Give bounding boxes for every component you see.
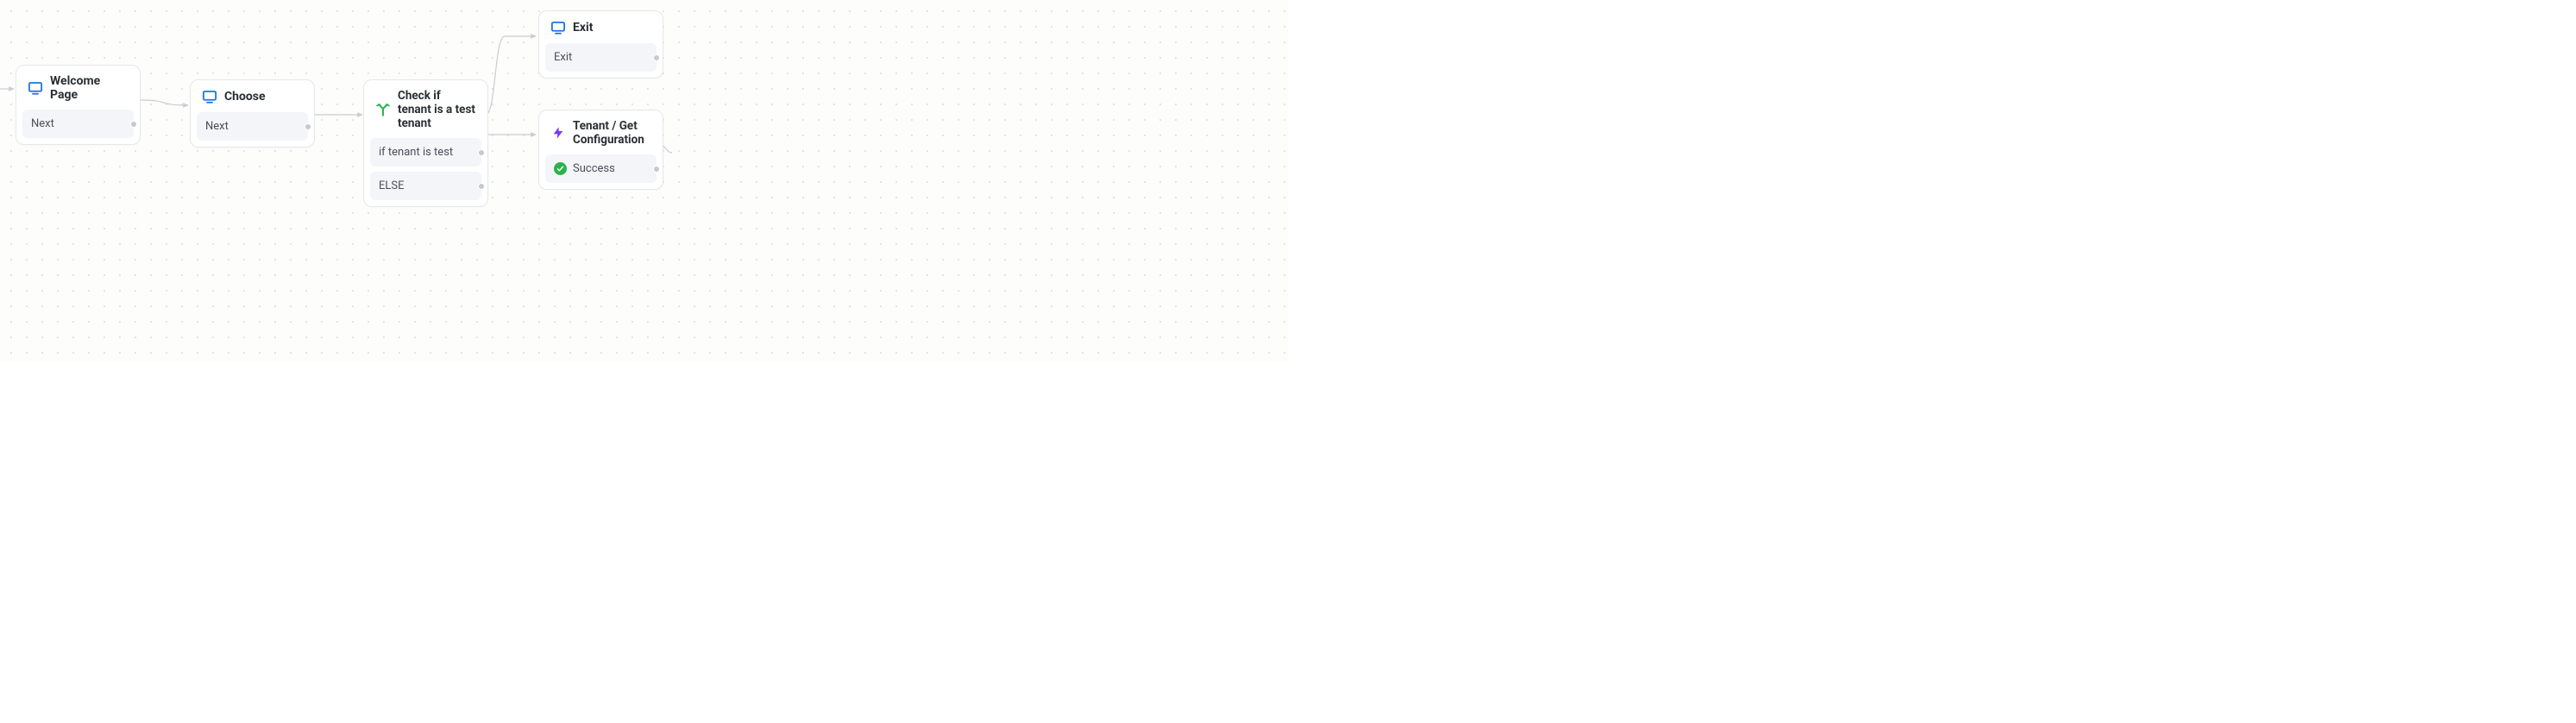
screen-icon [28,80,43,96]
port-label: if tenant is test [379,146,453,159]
port-label: Success [573,162,615,175]
port-else[interactable]: ELSE [370,172,481,200]
node-title: Exit [573,21,593,35]
port-label: Next [205,120,229,133]
port-label: Exit [554,51,572,64]
screen-icon [202,89,217,104]
port-handle[interactable] [653,54,660,61]
node-title: Check if tenant is a test tenant [398,89,476,130]
port-success[interactable]: Success [545,154,657,183]
check-icon [554,162,567,175]
port-label: ELSE [379,179,405,192]
node-title: Tenant / Get Configuration [573,119,651,147]
port-handle[interactable] [130,121,137,128]
port-label: Next [31,117,54,130]
node-title: Welcome Page [50,74,129,102]
node-header: Choose [197,86,308,112]
port-exit[interactable]: Exit [545,43,657,72]
node-welcome-page[interactable]: Welcome Page Next [16,65,141,145]
port-handle[interactable] [478,149,485,156]
node-header: Tenant / Get Configuration [545,116,657,154]
node-title: Choose [224,90,266,104]
node-choose[interactable]: Choose Next [190,79,315,148]
port-if-tenant-is-test[interactable]: if tenant is test [370,138,481,167]
node-exit[interactable]: Exit Exit [538,10,663,79]
node-check-tenant[interactable]: Check if tenant is a test tenant if tena… [363,79,488,207]
port-handle[interactable] [305,123,311,130]
node-header: Check if tenant is a test tenant [370,86,481,138]
port-handle[interactable] [478,183,485,190]
port-handle[interactable] [653,166,660,173]
node-header: Welcome Page [22,72,134,110]
port-next[interactable]: Next [22,110,134,138]
node-tenant-get-configuration[interactable]: Tenant / Get Configuration Success [538,110,663,190]
port-next[interactable]: Next [197,112,308,141]
flow-canvas[interactable]: Welcome Page Next Choose Next [0,0,1288,362]
node-header: Exit [545,17,657,43]
branch-icon [375,102,391,117]
screen-icon [550,20,566,35]
bolt-icon [550,125,566,141]
